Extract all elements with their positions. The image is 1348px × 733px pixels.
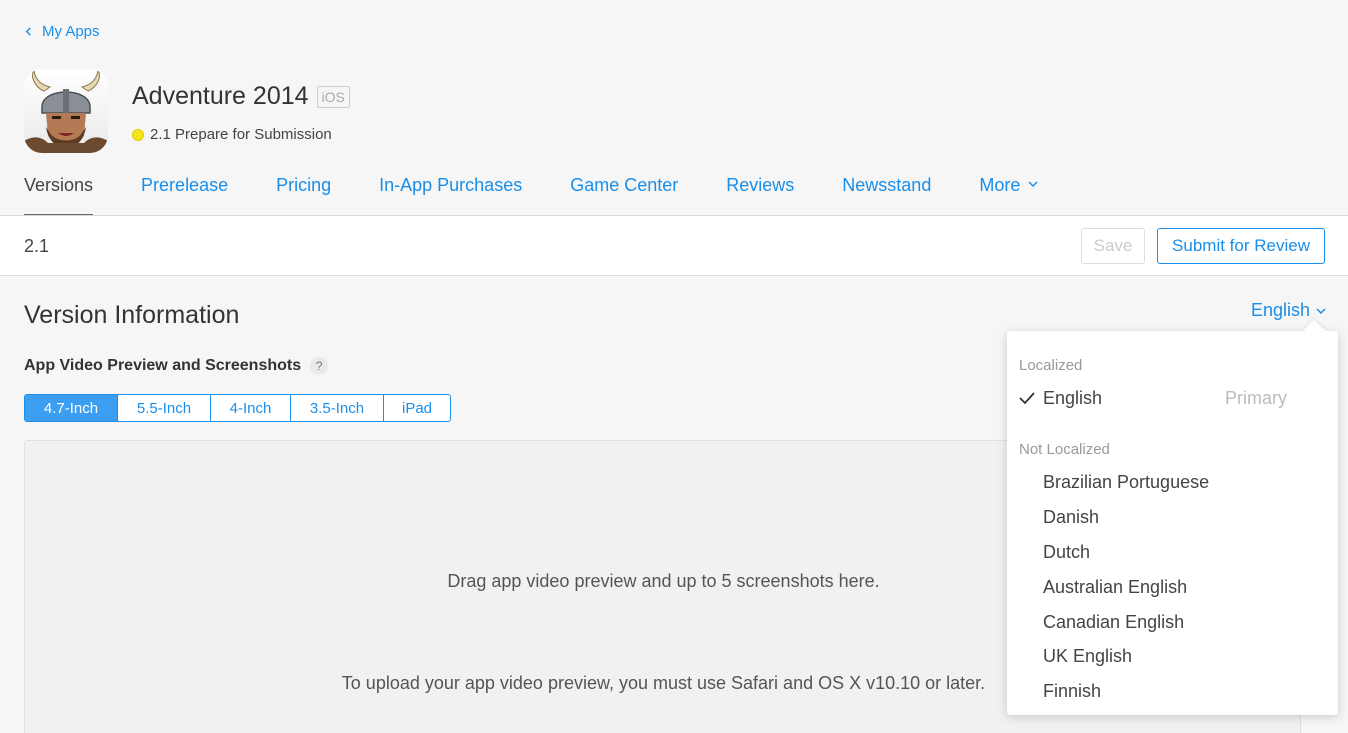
menu-group-localized: Localized xyxy=(1019,357,1083,374)
tab-label: Pricing xyxy=(276,175,332,195)
tab-prerelease[interactable]: Prerelease xyxy=(141,172,228,216)
menu-item-label: Finnish xyxy=(1043,680,1102,701)
media-label-text: App Video Preview and Screenshots xyxy=(24,357,302,374)
menu-item-finnish[interactable]: Finnish xyxy=(1007,676,1338,706)
language-dropdown-menu: Localized English Primary Not Localized … xyxy=(1007,331,1338,715)
app-name: Adventure 2014 xyxy=(132,82,309,110)
menu-item-australian-english[interactable]: Australian English xyxy=(1007,572,1338,602)
device-tab-4-7-inch[interactable]: 4.7-Inch xyxy=(25,395,118,421)
main-tabs: Versions Prerelease Pricing In-App Purch… xyxy=(24,172,1086,216)
device-tab-ipad[interactable]: iPad xyxy=(384,395,450,421)
primary-tag: Primary xyxy=(1225,387,1287,408)
checkmark-icon xyxy=(1019,392,1035,405)
device-tab-5-5-inch[interactable]: 5.5-Inch xyxy=(118,395,211,421)
language-select-label: English xyxy=(1251,300,1311,320)
version-number: 2.1 xyxy=(24,236,50,256)
menu-item-label: Danish xyxy=(1043,506,1100,527)
menu-item-dutch[interactable]: Dutch xyxy=(1007,537,1338,567)
tab-label: Game Center xyxy=(570,175,679,195)
section-title: Version Information xyxy=(24,301,240,329)
save-button[interactable]: Save xyxy=(1081,228,1145,264)
media-section-label: App Video Preview and Screenshots ? xyxy=(24,357,329,375)
back-link-label: My Apps xyxy=(42,23,100,40)
tab-versions[interactable]: Versions xyxy=(24,172,94,216)
menu-item-english[interactable]: English Primary xyxy=(1007,383,1338,413)
menu-item-label: English xyxy=(1043,387,1103,408)
tab-label: Newsstand xyxy=(842,175,932,195)
menu-item-uk-english[interactable]: UK English xyxy=(1007,641,1338,671)
tab-label: More xyxy=(979,175,1021,195)
tab-more[interactable]: More xyxy=(979,172,1038,216)
menu-group-not-localized: Not Localized xyxy=(1019,441,1110,458)
tab-label: Versions xyxy=(24,175,94,195)
version-bar: 2.1 Save Submit for Review xyxy=(0,216,1348,276)
tab-pricing[interactable]: Pricing xyxy=(276,172,331,216)
device-size-tabs: 4.7-Inch 5.5-Inch 4-Inch 3.5-Inch iPad xyxy=(24,394,451,422)
chevron-down-icon xyxy=(1316,307,1326,314)
device-tab-4-inch[interactable]: 4-Inch xyxy=(211,395,291,421)
submit-for-review-button[interactable]: Submit for Review xyxy=(1157,228,1325,264)
menu-item-label: Australian English xyxy=(1043,576,1188,597)
app-title: Adventure 2014 iOS xyxy=(132,82,350,111)
menu-item-brazilian-portuguese[interactable]: Brazilian Portuguese xyxy=(1007,467,1338,497)
tab-in-app-purchases[interactable]: In-App Purchases xyxy=(379,172,522,216)
status-dot-icon xyxy=(132,128,144,141)
tab-game-center[interactable]: Game Center xyxy=(570,172,678,216)
menu-item-label: Brazilian Portuguese xyxy=(1043,471,1210,492)
menu-item-label: Dutch xyxy=(1043,541,1091,562)
app-icon xyxy=(24,69,108,153)
menu-item-canadian-english[interactable]: Canadian English xyxy=(1007,607,1338,637)
tab-reviews[interactable]: Reviews xyxy=(726,172,794,216)
menu-item-danish[interactable]: Danish xyxy=(1007,502,1338,532)
app-status: 2.1 Prepare for Submission xyxy=(132,126,332,143)
tab-label: Reviews xyxy=(726,175,795,195)
platform-badge: iOS xyxy=(316,85,350,108)
tab-newsstand[interactable]: Newsstand xyxy=(842,172,931,216)
back-to-my-apps-link[interactable]: My Apps xyxy=(24,23,100,40)
menu-item-label: UK English xyxy=(1043,645,1133,666)
chevron-down-icon xyxy=(1028,181,1038,188)
tab-label: In-App Purchases xyxy=(379,175,523,195)
tab-label: Prerelease xyxy=(141,175,229,195)
language-select[interactable]: English xyxy=(1251,300,1326,321)
device-tab-3-5-inch[interactable]: 3.5-Inch xyxy=(291,395,384,421)
chevron-left-icon xyxy=(25,27,31,36)
menu-item-label: Canadian English xyxy=(1043,611,1185,632)
status-text: 2.1 Prepare for Submission xyxy=(150,126,332,143)
help-icon[interactable]: ? xyxy=(310,357,329,375)
